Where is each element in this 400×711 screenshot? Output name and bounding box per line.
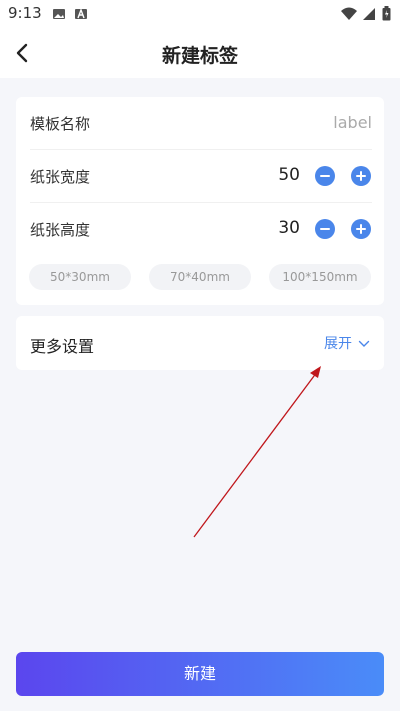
expand-label: 展开 xyxy=(324,336,352,352)
app-bar: 新建标签 xyxy=(0,28,400,78)
image-icon xyxy=(52,6,66,25)
text-a-icon xyxy=(74,6,88,25)
minus-icon xyxy=(320,175,330,177)
preset-50x30[interactable]: 50*30mm xyxy=(29,264,131,290)
wifi-icon xyxy=(340,6,358,25)
template-name-label: 模板名称 xyxy=(30,115,91,133)
more-settings-label: 更多设置 xyxy=(30,337,95,356)
page-title: 新建标签 xyxy=(161,45,238,67)
status-bar: 9:13 xyxy=(0,0,400,28)
minus-icon xyxy=(320,228,330,230)
paper-height-label: 纸张高度 xyxy=(30,221,91,239)
paper-width-minus-button[interactable] xyxy=(315,166,335,186)
paper-width-plus-button[interactable] xyxy=(351,166,371,186)
preset-70x40[interactable]: 70*40mm xyxy=(149,264,251,290)
battery-icon xyxy=(382,6,391,25)
status-time: 9:13 xyxy=(8,4,42,22)
more-settings-card: 更多设置 展开 xyxy=(16,316,384,370)
paper-height-value[interactable]: 30 xyxy=(278,218,300,238)
label-form-card: 模板名称 label 纸张宽度 50 纸张高度 30 50*30mm 70*40… xyxy=(16,97,384,305)
paper-width-value[interactable]: 50 xyxy=(278,165,300,185)
paper-height-plus-button[interactable] xyxy=(351,219,371,239)
signal-icon xyxy=(362,6,376,25)
template-name-input[interactable]: label xyxy=(333,113,372,132)
template-name-row[interactable]: 模板名称 label xyxy=(30,97,372,150)
preset-100x150[interactable]: 100*150mm xyxy=(269,264,371,290)
create-button[interactable]: 新建 xyxy=(16,652,384,696)
chevron-down-icon xyxy=(358,340,370,347)
paper-height-minus-button[interactable] xyxy=(315,219,335,239)
paper-height-row: 纸张高度 30 xyxy=(30,203,372,255)
paper-width-row: 纸张宽度 50 xyxy=(30,150,372,203)
paper-width-label: 纸张宽度 xyxy=(30,168,91,186)
expand-toggle[interactable]: 展开 xyxy=(324,333,370,353)
